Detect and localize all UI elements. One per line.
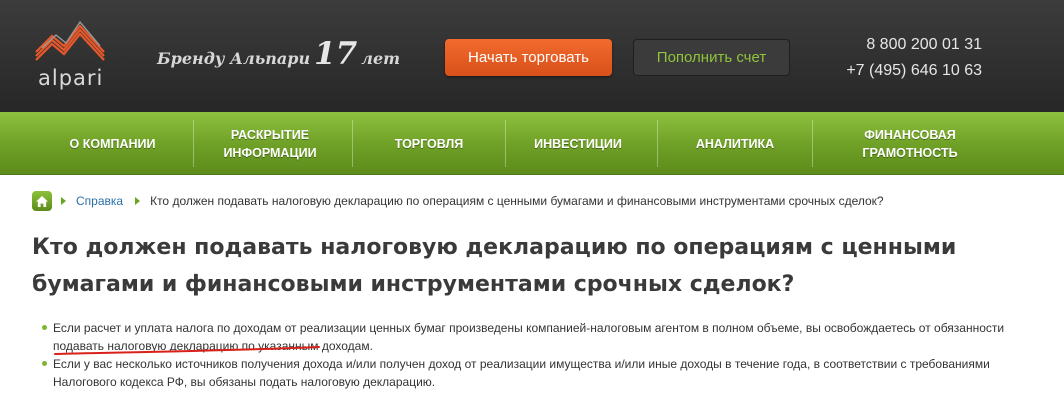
page-title: Кто должен подавать налоговую декларацию…	[32, 235, 957, 297]
home-icon[interactable]	[32, 191, 52, 211]
breadcrumb-arrow-icon	[135, 197, 141, 205]
nav-divider	[505, 120, 506, 167]
mountain-logo-icon	[35, 20, 105, 61]
breadcrumb: Справка Кто должен подавать налоговую де…	[32, 191, 884, 211]
start-trading-button[interactable]: Начать торговать	[445, 39, 612, 76]
nav-divider	[657, 120, 658, 167]
slogan-suffix: лет	[361, 49, 401, 68]
nav-item-investments[interactable]: ИНВЕСТИЦИИ	[515, 112, 641, 175]
bullet-icon	[42, 325, 47, 330]
list-item: Если у вас несколько источников получени…	[40, 355, 1030, 391]
nav-item-disclosure[interactable]: РАСКРЫТИЕ ИНФОРМАЦИИ	[206, 112, 334, 175]
nav-divider	[812, 120, 813, 167]
house-glyph	[36, 195, 48, 207]
breadcrumb-link-help[interactable]: Справка	[76, 194, 123, 208]
slogan-years: 17	[314, 36, 358, 72]
red-underline-annotation	[54, 346, 320, 355]
main-nav: О КОМПАНИИ РАСКРЫТИЕ ИНФОРМАЦИИ ТОРГОВЛЯ…	[0, 112, 1064, 175]
phone-tollfree[interactable]: 8 800 200 01 31	[846, 32, 982, 58]
deposit-button[interactable]: Пополнить счет	[633, 39, 790, 76]
phone-moscow[interactable]: +7 (495) 646 10 63	[846, 58, 982, 84]
nav-divider	[352, 120, 353, 167]
nav-item-financial-literacy[interactable]: ФИНАНСОВАЯ ГРАМОТНОСТЬ	[830, 112, 990, 175]
site-header: alpari Бренду Альпари 17 лет Начать торг…	[0, 0, 1064, 112]
nav-item-analytics[interactable]: АНАЛИТИКА	[672, 112, 798, 175]
bullet-icon	[42, 361, 47, 366]
slogan-prefix: Бренду Альпари	[157, 49, 311, 68]
nav-item-trading[interactable]: ТОРГОВЛЯ	[366, 112, 492, 175]
contact-phones: 8 800 200 01 31 +7 (495) 646 10 63	[846, 32, 982, 84]
breadcrumb-arrow-icon	[61, 197, 66, 205]
alpari-logo[interactable]: alpari	[30, 18, 110, 92]
brand-slogan: Бренду Альпари 17 лет	[157, 36, 401, 72]
nav-divider	[193, 120, 194, 167]
logo-text: alpari	[38, 66, 104, 90]
nav-item-about[interactable]: О КОМПАНИИ	[40, 112, 185, 175]
list-item-text: Если у вас несколько источников получени…	[53, 357, 990, 389]
breadcrumb-current: Кто должен подавать налоговую декларацию…	[150, 194, 884, 208]
